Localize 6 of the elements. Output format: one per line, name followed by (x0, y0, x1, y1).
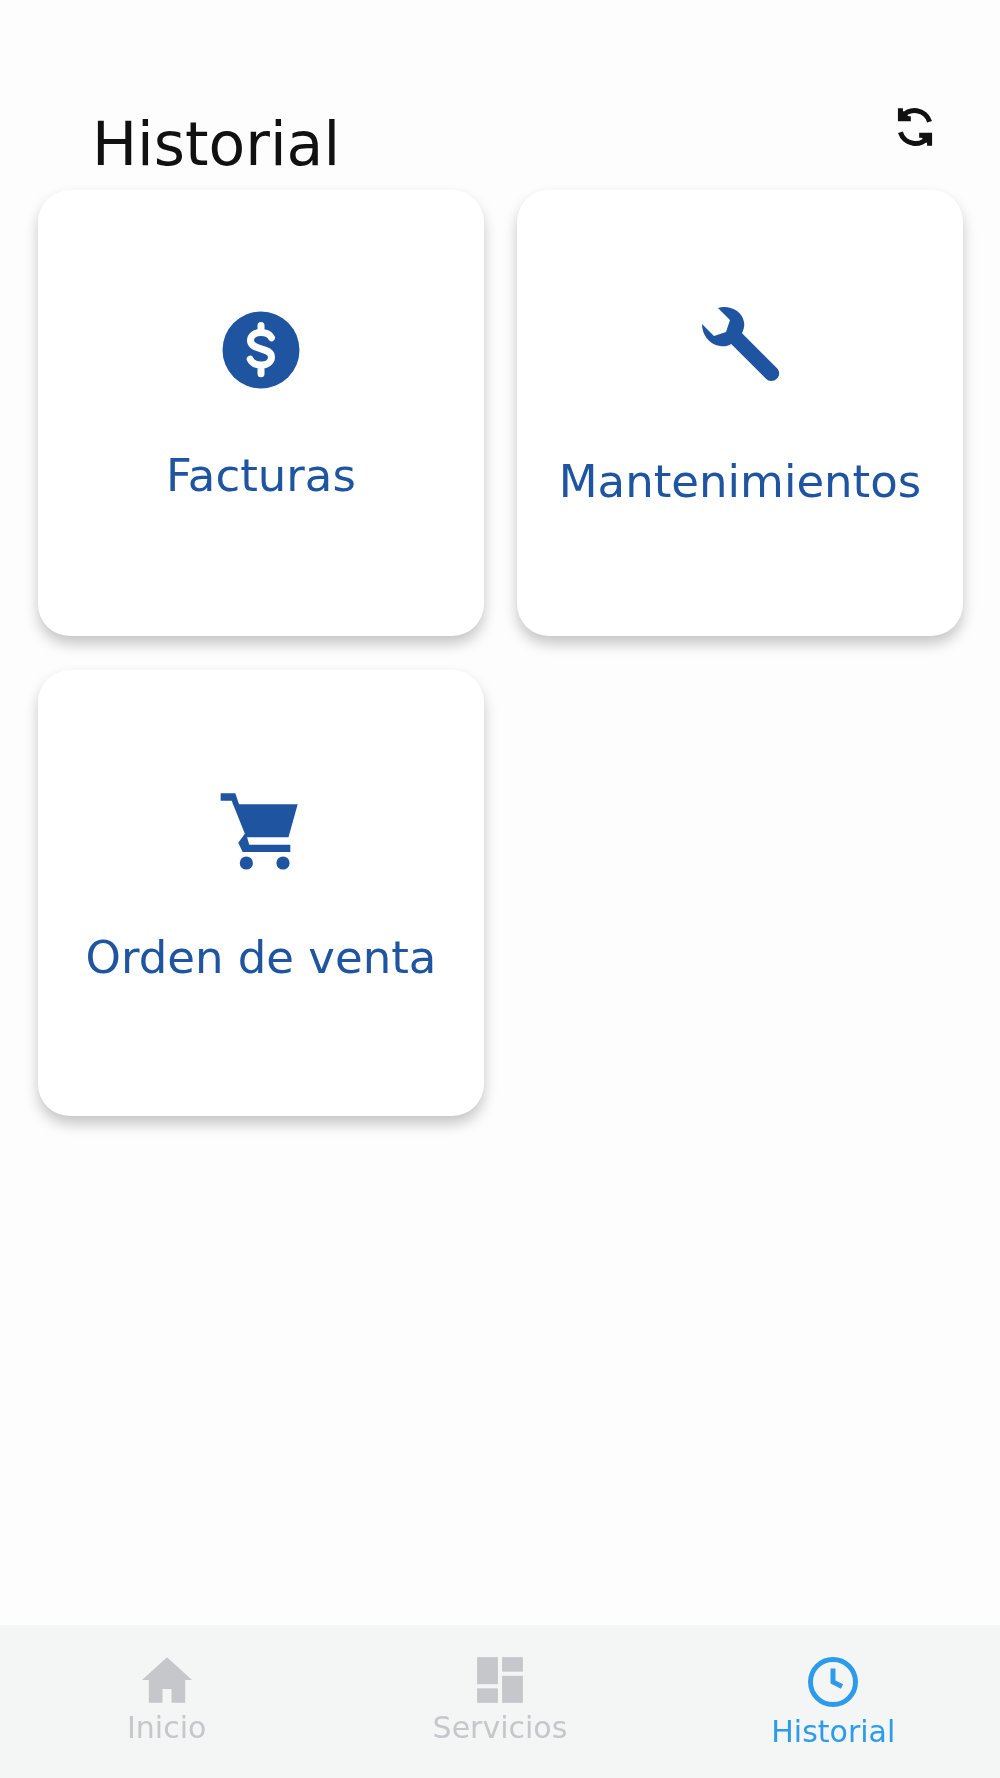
clock-icon (806, 1655, 861, 1709)
category-card[interactable]: Orden de venta (38, 670, 484, 1116)
category-card[interactable]: Mantenimientos (517, 190, 963, 636)
page-title: Historial (92, 108, 341, 180)
category-card[interactable]: Facturas (38, 190, 484, 636)
dashboard-icon (475, 1655, 525, 1705)
